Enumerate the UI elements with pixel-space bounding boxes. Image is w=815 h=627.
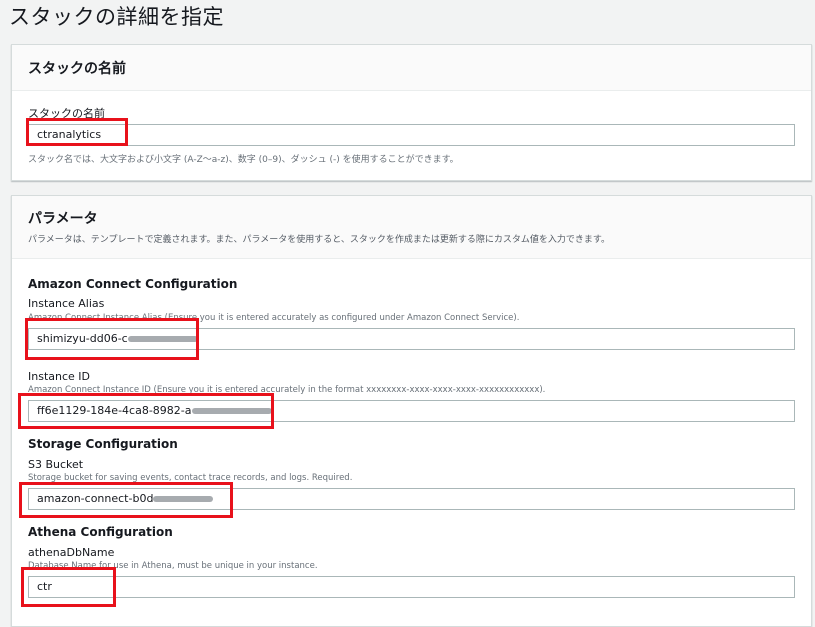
stack-name-panel-header: スタックの名前 (12, 45, 811, 91)
s3-bucket-label: S3 Bucket (28, 458, 84, 471)
s3-bucket-highlight (19, 482, 233, 518)
instance-alias-highlight (25, 318, 199, 360)
parameters-title: パラメータ (28, 211, 98, 227)
stack-name-section-title: スタックの名前 (28, 61, 126, 77)
page-title: スタックの詳細を指定 (9, 5, 224, 29)
athena-db-name-label: athenaDbName (28, 546, 115, 559)
instance-alias-label: Instance Alias (28, 297, 105, 310)
instance-id-highlight (18, 393, 274, 429)
parameters-description: パラメータは、テンプレートで定義されます。また、パラメータを使用すると、スタック… (28, 235, 611, 245)
stack-name-input[interactable]: ctranalytics (28, 124, 795, 146)
athena-db-name-highlight (21, 567, 116, 607)
stack-name-panel: スタックの名前 スタックの名前 ctranalytics スタック名では、大文字… (11, 44, 812, 181)
parameters-panel-header: パラメータ パラメータは、テンプレートで定義されます。また、パラメータを使用する… (12, 196, 811, 259)
athena-db-name-input[interactable]: ctr (28, 576, 795, 598)
instance-id-label: Instance ID (28, 370, 90, 383)
group-title-storage: Storage Configuration (28, 437, 178, 451)
stack-name-highlight (26, 118, 128, 146)
group-title-amazon-connect: Amazon Connect Configuration (28, 277, 238, 291)
stack-name-hint: スタック名では、大文字および小文字 (A-Z〜a-z)、数字 (0–9)、ダッシ… (28, 155, 459, 165)
group-title-athena: Athena Configuration (28, 525, 173, 539)
